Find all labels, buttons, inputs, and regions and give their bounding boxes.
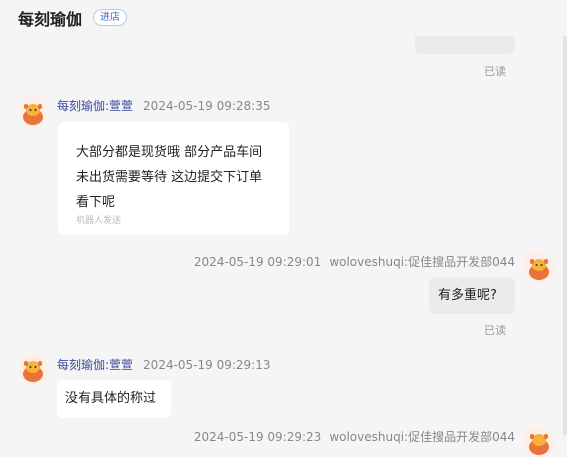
message-meta: 2024-05-19 09:29:23 woloveshuqi:促佳搜品开发部04…: [194, 428, 515, 445]
message-line: 未出货需要等待 这边提交下订单: [76, 170, 263, 185]
read-status: 已读: [484, 324, 506, 337]
alpaca-avatar-icon: [524, 427, 554, 457]
shop-name[interactable]: 每刻瑜伽: [18, 6, 82, 30]
message-time: 2024-05-19 09:29:01: [193, 255, 322, 269]
seller-avatar[interactable]: [18, 354, 48, 384]
message-time: 2024-05-19 09:29:23: [193, 430, 322, 444]
buyer-avatar[interactable]: [524, 252, 554, 282]
message-time: 2024-05-19 09:28:35: [143, 99, 271, 113]
chat-header: 每刻瑜伽 进店: [0, 0, 567, 36]
message-meta: 2024-05-19 09:29:01 woloveshuqi:促佳搜品开发部04…: [194, 253, 515, 270]
message-bubble: 有多重呢?: [429, 277, 515, 314]
alpaca-avatar-icon: [524, 252, 554, 282]
message-bubble: 大部分都是现货哦 部分产品车间 未出货需要等待 这边提交下订单 看下呢 机器人发…: [58, 122, 289, 235]
buyer-avatar[interactable]: [524, 427, 554, 457]
message-meta: 每刻瑜伽:萱萱 2024-05-19 09:28:35: [57, 97, 271, 114]
sender-name: woloveshuqi:促佳搜品开发部044: [329, 430, 515, 444]
message-bubble: 没有具体的称过: [57, 380, 171, 418]
alpaca-avatar-icon: [18, 354, 48, 384]
message-time: 2024-05-19 09:29:13: [143, 358, 271, 372]
message-meta: 每刻瑜伽:萱萱 2024-05-19 09:29:13: [57, 356, 271, 373]
alpaca-avatar-icon: [18, 97, 48, 127]
seller-avatar[interactable]: [18, 97, 48, 127]
enter-shop-button[interactable]: 进店: [93, 9, 127, 26]
sender-name: woloveshuqi:促佳搜品开发部044: [329, 255, 515, 269]
message-line: 看下呢: [76, 195, 116, 210]
read-status: 已读: [484, 65, 506, 78]
sender-name: 每刻瑜伽:萱萱: [57, 358, 134, 372]
sender-name: 每刻瑜伽:萱萱: [57, 99, 134, 113]
robot-sent-note: 机器人发送: [76, 216, 122, 226]
message-line: 大部分都是现货哦 部分产品车间: [76, 145, 263, 160]
scrollbar[interactable]: [563, 0, 567, 435]
